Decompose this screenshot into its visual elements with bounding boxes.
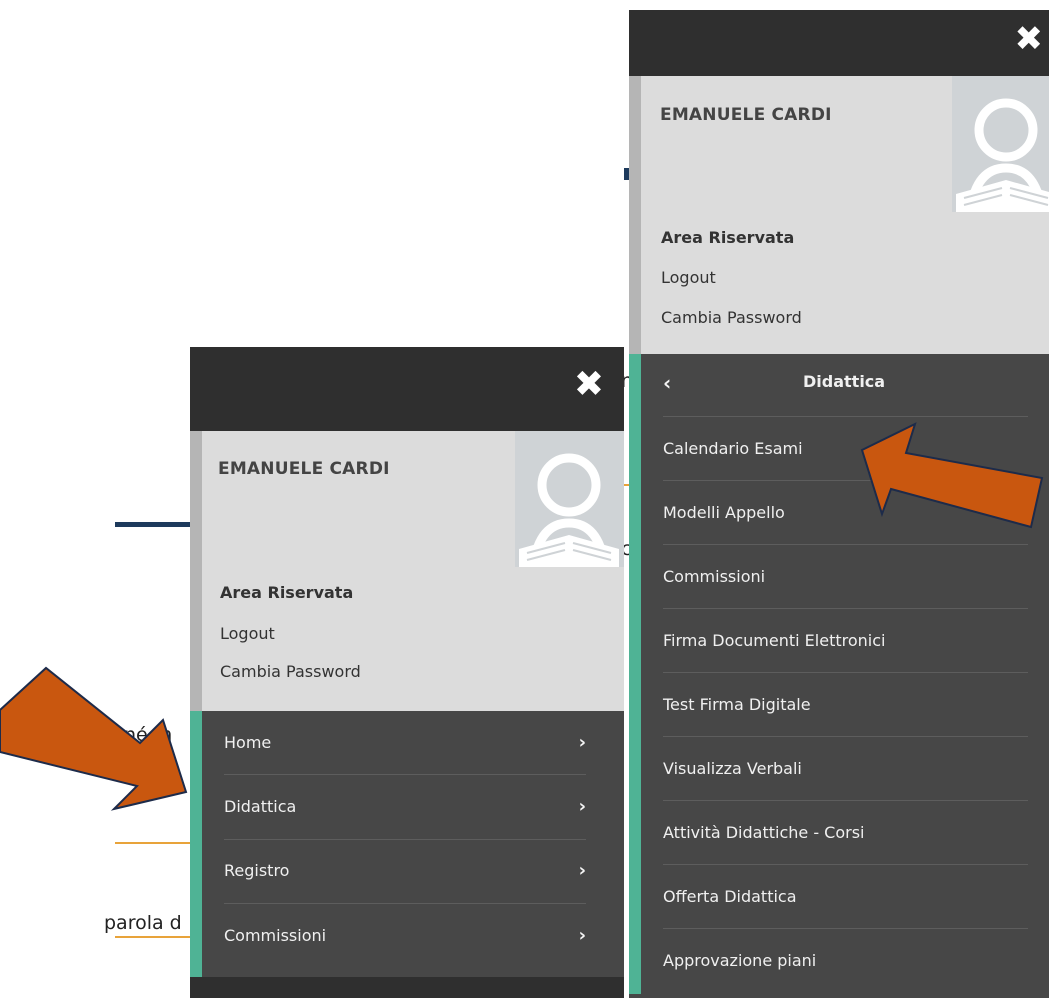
menu-item-label: Calendario Esami [663, 439, 803, 458]
menu-item-commissioni[interactable]: Commissioni › [224, 925, 586, 950]
menu-divider [663, 672, 1028, 673]
change-password-link[interactable]: Cambia Password [220, 662, 361, 681]
submenu-title: Didattica [803, 372, 886, 391]
chevron-right-icon: › [578, 732, 586, 753]
close-icon[interactable]: ✖ [1015, 22, 1044, 56]
menu-divider [663, 480, 1028, 481]
left-main-menu: Home › Didattica › Registro › Commission… [190, 711, 624, 998]
user-name: EMANUELE CARDI [218, 459, 390, 479]
menu-item-home[interactable]: Home › [224, 732, 586, 757]
left-profile-section: EMANUELE CARDI Area Riservata Logout Cam… [190, 431, 624, 711]
menu-divider [224, 774, 586, 775]
user-reading-avatar-icon [952, 76, 1049, 212]
submenu-item-visualizza-verbali[interactable]: Visualizza Verbali [663, 759, 1028, 783]
menu-item-label: Registro [224, 861, 290, 880]
menu-item-label: Visualizza Verbali [663, 759, 802, 778]
submenu-item-offerta-didattica[interactable]: Offerta Didattica [663, 887, 1028, 911]
right-submenu-didattica: ‹ Didattica Calendario Esami Modelli App… [629, 354, 1049, 998]
left-side-menu-panel: ✖ EMANUELE CARDI Area Riservata Logout C… [190, 347, 624, 998]
menu-item-label: Test Firma Digitale [663, 695, 811, 714]
background-orange-rule [115, 842, 190, 844]
menu-accent-bar [190, 711, 202, 977]
submenu-item-firma-documenti[interactable]: Firma Documenti Elettronici [663, 631, 1028, 655]
menu-item-label: Commissioni [663, 567, 766, 586]
area-riservata-heading: Area Riservata [220, 583, 354, 602]
user-name: EMANUELE CARDI [660, 105, 832, 125]
submenu-item-modelli-appello[interactable]: Modelli Appello [663, 503, 1028, 527]
chevron-right-icon: › [578, 860, 586, 881]
logout-link[interactable]: Logout [661, 268, 716, 287]
menu-item-label: Commissioni [224, 926, 327, 945]
left-panel-topbar: ✖ [190, 347, 624, 431]
menu-divider [663, 544, 1028, 545]
submenu-item-calendario-esami[interactable]: Calendario Esami [663, 439, 1028, 463]
menu-divider [663, 608, 1028, 609]
submenu-item-test-firma-digitale[interactable]: Test Firma Digitale [663, 695, 1028, 719]
submenu-header: ‹ Didattica [663, 371, 1028, 398]
menu-item-registro[interactable]: Registro › [224, 860, 586, 885]
right-side-menu-panel: ✖ EMANUELE CARDI Area Riservata Logout C… [629, 10, 1049, 998]
profile-accent-bar [190, 431, 202, 711]
menu-item-label: Didattica [224, 797, 297, 816]
submenu-item-approvazione-piani[interactable]: Approvazione piani [663, 951, 1028, 975]
left-panel-footer [190, 977, 624, 998]
submenu-item-attivita-didattiche[interactable]: Attività Didattiche - Corsi [663, 823, 1028, 847]
menu-accent-bar [629, 354, 641, 994]
background-text: né m [124, 724, 173, 746]
right-panel-topbar: ✖ [629, 10, 1049, 76]
chevron-right-icon: › [578, 925, 586, 946]
close-icon[interactable]: ✖ [574, 367, 604, 403]
submenu-item-commissioni[interactable]: Commissioni [663, 567, 1028, 591]
logout-link[interactable]: Logout [220, 624, 275, 643]
chevron-right-icon: › [578, 796, 586, 817]
menu-divider [224, 903, 586, 904]
menu-item-label: Offerta Didattica [663, 887, 797, 906]
menu-item-label: Modelli Appello [663, 503, 785, 522]
menu-item-label: Firma Documenti Elettronici [663, 631, 886, 650]
menu-divider [663, 736, 1028, 737]
profile-accent-bar [629, 76, 641, 354]
menu-divider [663, 800, 1028, 801]
user-reading-avatar-icon [515, 431, 624, 567]
menu-item-label: Attività Didattiche - Corsi [663, 823, 865, 842]
background-orange-rule [115, 936, 190, 938]
menu-item-label: Home [224, 733, 272, 752]
background-navy-rule [115, 522, 190, 527]
right-profile-section: EMANUELE CARDI Area Riservata Logout Cam… [629, 76, 1049, 354]
area-riservata-heading: Area Riservata [661, 228, 795, 247]
menu-divider [224, 839, 586, 840]
menu-item-didattica[interactable]: Didattica › [224, 796, 586, 821]
menu-divider [663, 928, 1028, 929]
change-password-link[interactable]: Cambia Password [661, 308, 802, 327]
chevron-left-icon[interactable]: ‹ [663, 371, 671, 395]
menu-item-label: Approvazione piani [663, 951, 817, 970]
menu-divider [663, 416, 1028, 417]
menu-divider [663, 864, 1028, 865]
background-text: parola d [104, 912, 182, 934]
